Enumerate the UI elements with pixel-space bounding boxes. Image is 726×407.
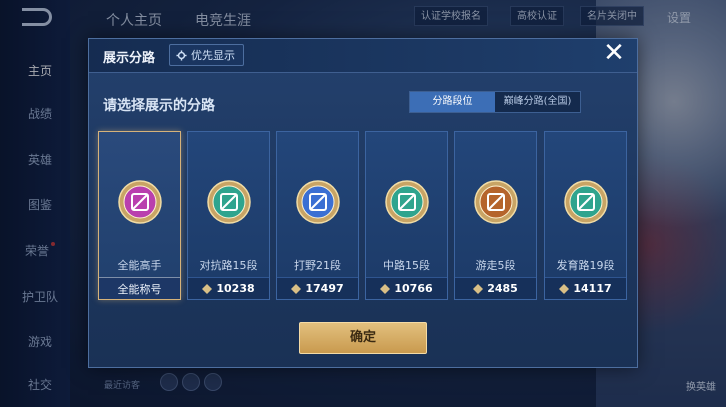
- lane-card-value-row: 17497: [277, 277, 358, 299]
- roam-badge-icon: [472, 178, 520, 226]
- lane-card-value-row: 2485: [455, 277, 536, 299]
- lane-card-label: 发育路19段: [556, 259, 615, 272]
- close-icon[interactable]: ✕: [600, 40, 628, 68]
- rank-points-icon: [559, 283, 570, 294]
- tab-lane-rank[interactable]: 分路段位: [410, 92, 495, 112]
- lane-card[interactable]: 发育路19段 14117: [544, 131, 627, 300]
- lane-card-value-row: 10238: [188, 277, 269, 299]
- lane-card[interactable]: 全能高手 全能称号: [98, 131, 181, 300]
- lane-card[interactable]: 游走5段 2485: [454, 131, 537, 300]
- lane-card-value-row: 全能称号: [99, 277, 180, 299]
- rank-points-icon: [380, 283, 391, 294]
- farm-lane-badge-icon: [562, 178, 610, 226]
- mid-lane-badge-icon: [383, 178, 431, 226]
- rank-points-icon: [291, 283, 302, 294]
- rank-points-icon: [202, 283, 213, 294]
- segment-control: 分路段位 巅峰分路(全国): [409, 91, 581, 113]
- lane-card-value-row: 10766: [366, 277, 447, 299]
- all-round-badge-icon: [116, 178, 164, 226]
- lane-card-value: 10766: [394, 282, 433, 295]
- lane-card-label: 全能高手: [117, 259, 162, 272]
- select-lane-prompt: 请选择展示的分路: [103, 98, 215, 114]
- lane-card-label: 游走5段: [475, 259, 516, 272]
- dialog-header: 展示分路 优先显示: [89, 39, 637, 73]
- lane-card-value-row: 14117: [545, 277, 626, 299]
- rank-points-icon: [473, 283, 484, 294]
- lane-card-value: 14117: [573, 282, 612, 295]
- lane-card-label: 打野21段: [294, 259, 341, 272]
- gear-icon: [176, 49, 187, 61]
- lane-card[interactable]: 打野21段 17497: [276, 131, 359, 300]
- lane-card-value: 10238: [216, 282, 255, 295]
- priority-display-button[interactable]: 优先显示: [169, 44, 244, 66]
- confirm-button[interactable]: 确定: [299, 322, 427, 354]
- jungle-badge-icon: [294, 178, 342, 226]
- lane-card[interactable]: 对抗路15段 10238: [187, 131, 270, 300]
- clash-lane-badge-icon: [205, 178, 253, 226]
- lane-card-label: 对抗路15段: [199, 259, 258, 272]
- lane-card[interactable]: 中路15段 10766: [365, 131, 448, 300]
- lane-card-value: 17497: [305, 282, 344, 295]
- lane-card-value: 全能称号: [117, 282, 162, 296]
- dialog-title: 展示分路: [103, 51, 156, 66]
- priority-display-label: 优先显示: [191, 49, 235, 62]
- lane-display-dialog: 展示分路 优先显示 请选择展示的分路 分路段位 巅峰分路(全国) 全能高手全能称…: [88, 38, 638, 368]
- lane-card-value: 2485: [487, 282, 518, 295]
- lane-card-label: 中路15段: [383, 259, 430, 272]
- tab-peak-lane-national[interactable]: 巅峰分路(全国): [495, 92, 580, 112]
